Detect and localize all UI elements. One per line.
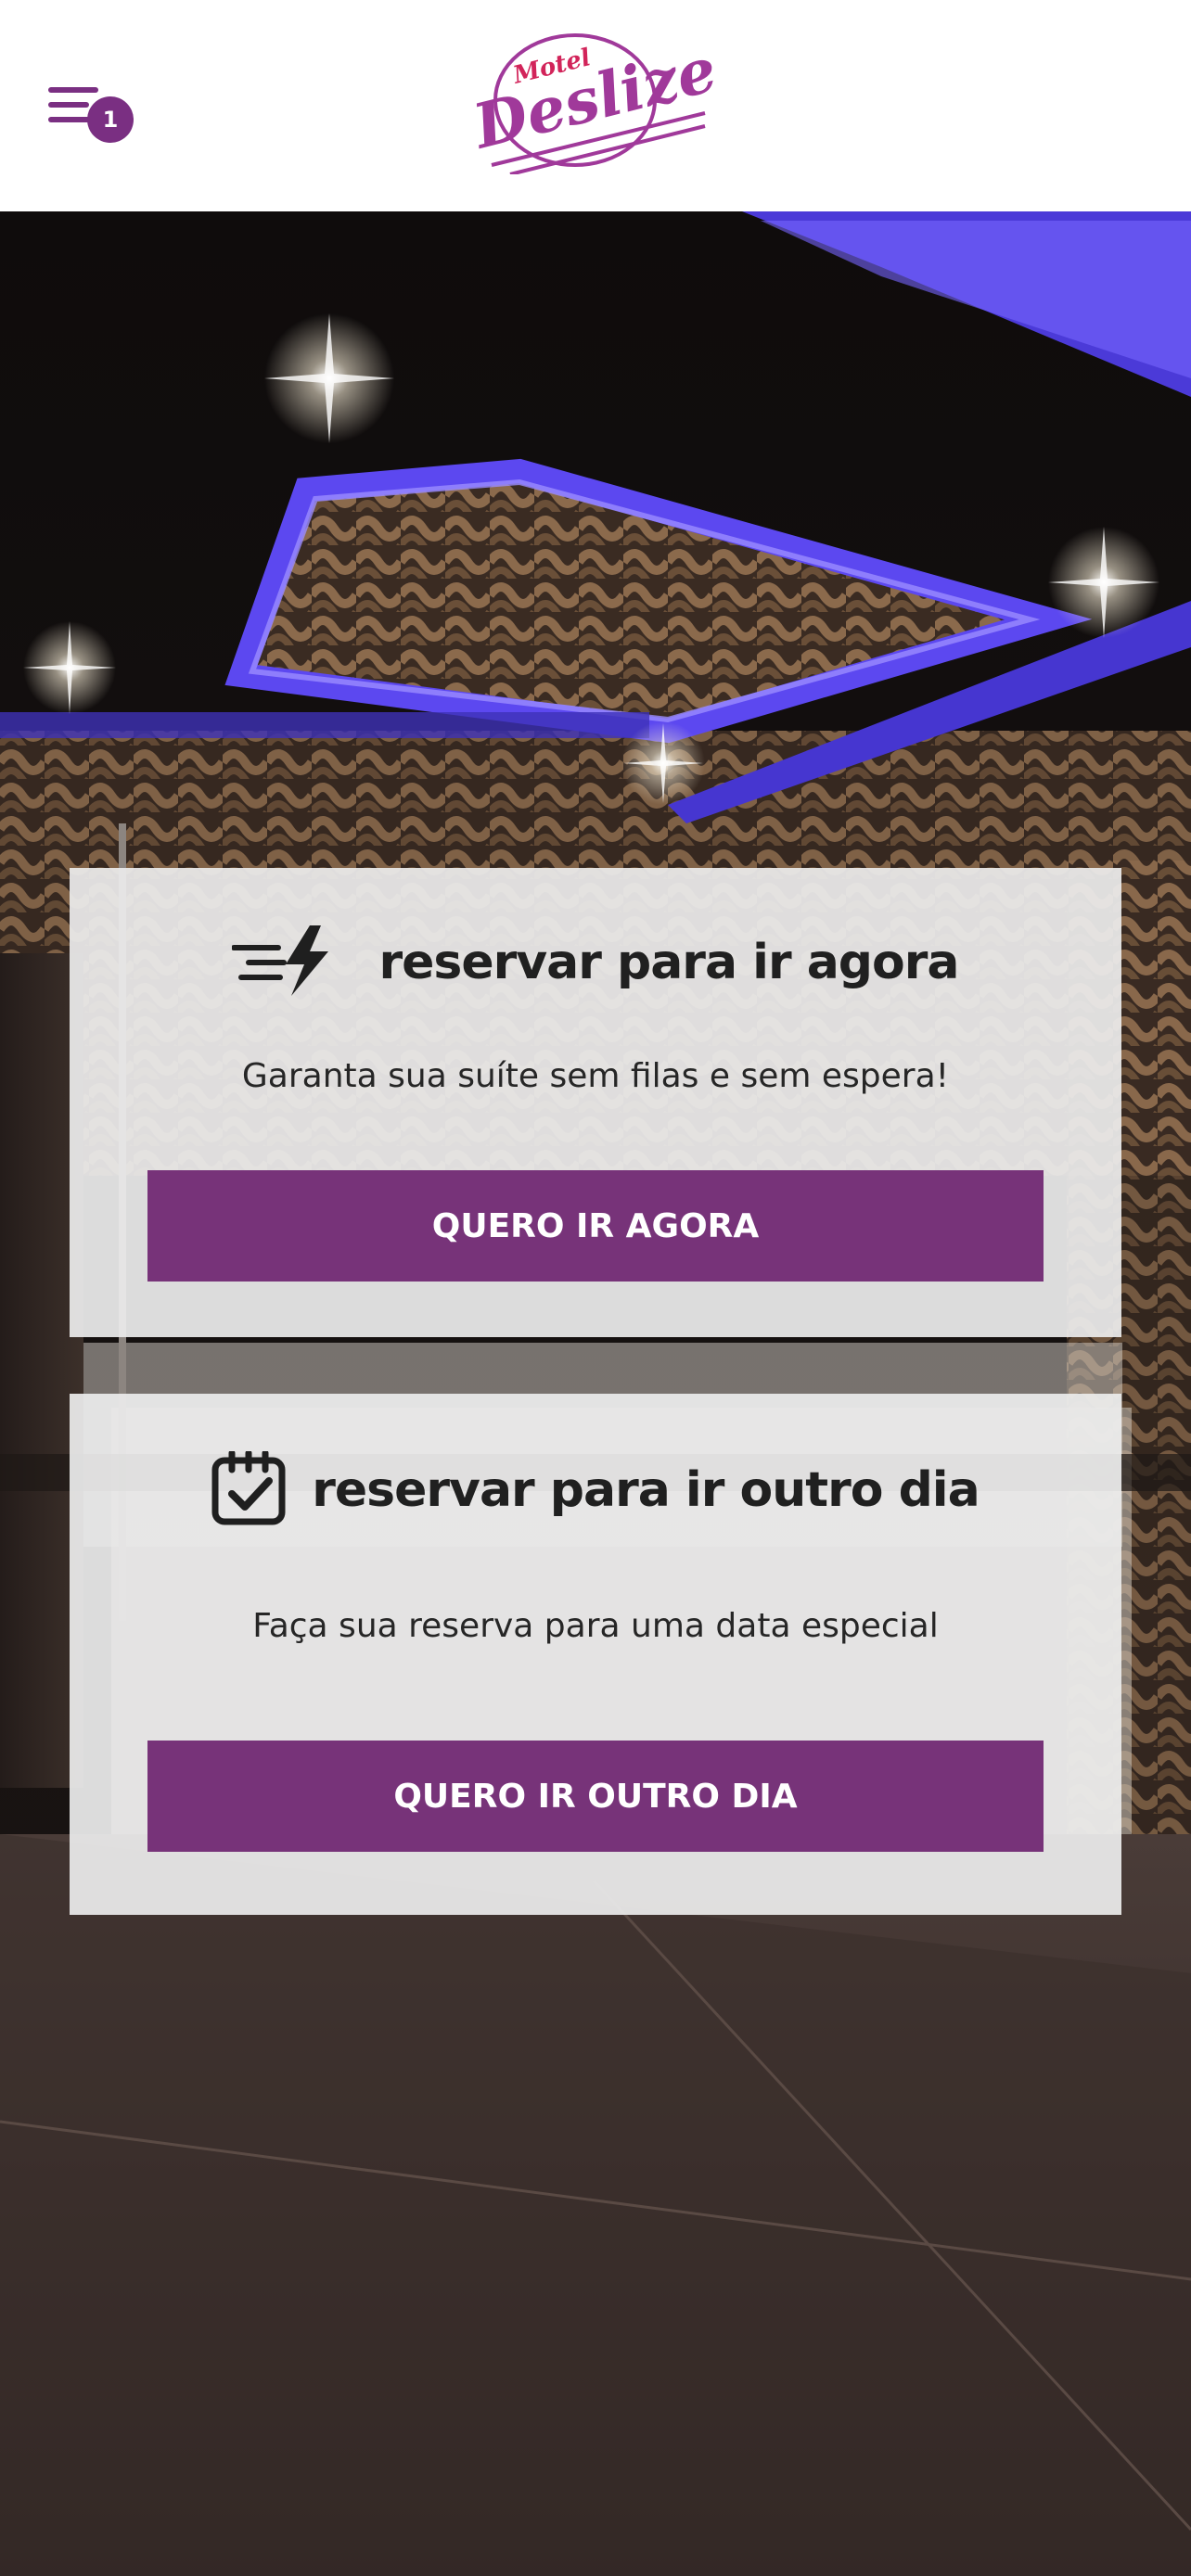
reserve-later-subtitle: Faça sua reserva para uma data especial [252,1607,939,1645]
lightning-fast-icon [231,924,334,1001]
go-now-button[interactable]: QUERO IR AGORA [147,1170,1044,1282]
menu-button[interactable]: 1 [48,83,134,148]
menu-icon-bar [48,102,89,108]
reserve-later-card: reservar para ir outro dia Faça sua rese… [70,1394,1121,1915]
menu-icon-bar [48,87,98,93]
reserve-now-card: reservar para ir agora Garanta sua suíte… [70,868,1121,1337]
reserve-later-title-row: reservar para ir outro dia [70,1449,1121,1529]
svg-text:Deslize: Deslize [473,32,714,163]
calendar-check-icon [211,1449,286,1529]
reserve-later-title: reservar para ir outro dia [312,1462,980,1518]
page: 1 Motel Deslize reservar para ir agora G… [0,0,1191,2576]
brand-logo[interactable]: Motel Deslize [465,26,724,176]
go-another-day-button[interactable]: QUERO IR OUTRO DIA [147,1741,1044,1852]
app-header: 1 Motel Deslize [0,0,1191,211]
reserve-now-title-row: reservar para ir agora [70,924,1121,1001]
notification-badge: 1 [87,96,134,143]
reserve-now-subtitle: Garanta sua suíte sem filas e sem espera… [241,1057,950,1095]
reserve-now-title: reservar para ir agora [378,935,959,990]
